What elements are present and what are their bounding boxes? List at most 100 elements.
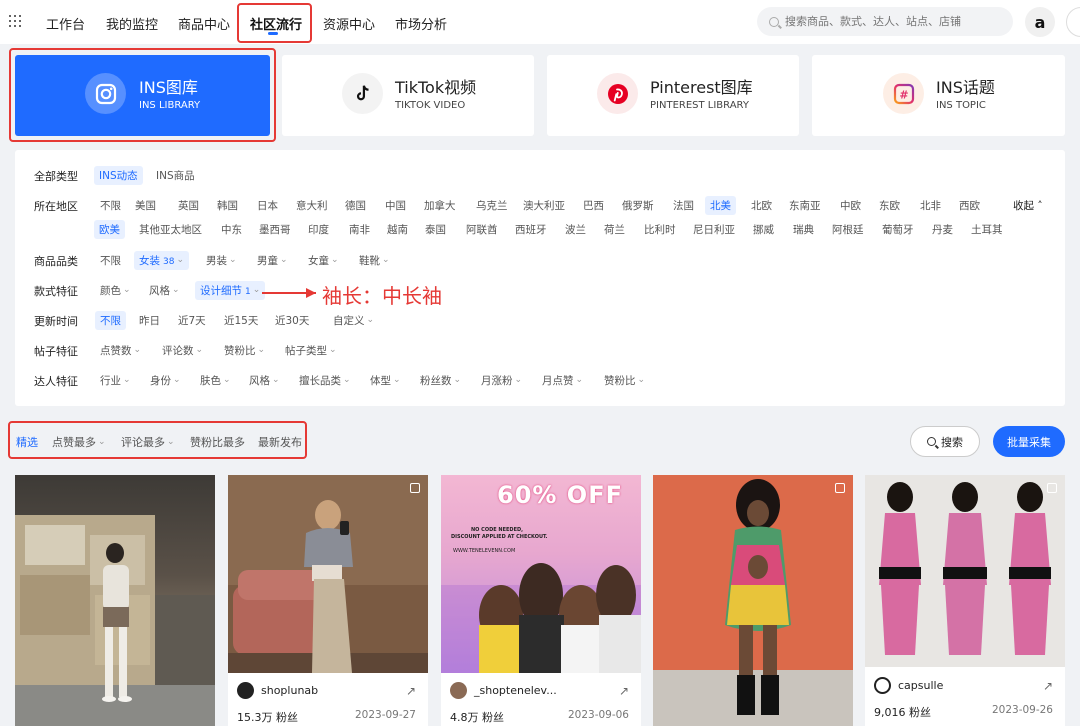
filter-chip-likes[interactable]: 点赞数 [95, 341, 146, 360]
filter-chip-region[interactable]: 阿联酋 [461, 220, 503, 239]
filter-chip-color[interactable]: 颜色 [95, 281, 136, 300]
sort-featured[interactable]: 精选 [16, 434, 38, 450]
filter-chip-like-fan-ratio[interactable]: 赞粉比 [219, 341, 270, 360]
filter-chip-girls[interactable]: 女童 [303, 251, 344, 270]
filter-chip-region[interactable]: 不限 [95, 196, 126, 215]
sort-latest[interactable]: 最新发布 [258, 434, 302, 450]
filter-chip-region[interactable]: 荷兰 [599, 220, 630, 239]
filter-chip-region[interactable]: 西班牙 [510, 220, 552, 239]
post-author[interactable]: capsulle [874, 677, 943, 694]
post-card[interactable]: 60% OFF NO CODE NEEDED, DISCOUNT APPLIED… [441, 475, 641, 726]
filter-chip-influencer[interactable]: 赞粉比 [599, 371, 650, 390]
search-button[interactable]: 搜索 [910, 426, 980, 457]
filter-chip-region[interactable]: 比利时 [639, 220, 681, 239]
post-image[interactable] [15, 475, 215, 726]
filter-chip-region[interactable]: 日本 [252, 196, 283, 215]
nav-item-my-monitor[interactable]: 我的监控 [106, 14, 158, 33]
post-image[interactable] [653, 475, 853, 726]
filter-chip-any-time[interactable]: 不限 [95, 311, 126, 330]
filter-chip-region[interactable]: 中国 [380, 196, 411, 215]
filter-chip-womenswear[interactable]: 女装 38 [134, 251, 189, 270]
filter-chip-influencer[interactable]: 月点赞 [537, 371, 588, 390]
filter-chip-influencer[interactable]: 月涨粉 [476, 371, 527, 390]
filter-chip-region[interactable]: 加拿大 [419, 196, 461, 215]
filter-chip-region[interactable]: 意大利 [291, 196, 333, 215]
filter-chip-region[interactable]: 东欧 [874, 196, 905, 215]
filter-chip-design-details[interactable]: 设计细节 1 [195, 281, 266, 300]
sort-most-likes[interactable]: 点赞最多 [52, 434, 106, 450]
filter-chip-influencer[interactable]: 擅长品类 [294, 371, 356, 390]
nav-item-market-analysis[interactable]: 市场分析 [395, 14, 447, 33]
filter-chip-ins-products[interactable]: INS商品 [151, 166, 200, 185]
filter-chip-any-category[interactable]: 不限 [95, 251, 126, 270]
filter-chip-post-type[interactable]: 帖子类型 [280, 341, 342, 360]
filter-chip-region[interactable]: 墨西哥 [254, 220, 296, 239]
filter-chip-region[interactable]: 越南 [382, 220, 413, 239]
filter-chip-region[interactable]: 美国 [130, 196, 161, 215]
post-author[interactable]: _shoptenelev... [450, 682, 557, 699]
filter-chip-influencer[interactable]: 肤色 [195, 371, 236, 390]
post-card[interactable]: capsulle ↗ 9,016 粉丝 2023-09-26 [865, 475, 1065, 726]
filter-chip-region[interactable]: 北美 [705, 196, 736, 215]
filter-chip-region[interactable]: 德国 [340, 196, 371, 215]
open-link-icon[interactable]: ↗ [619, 684, 629, 698]
filter-chip-30-days[interactable]: 近30天 [270, 311, 314, 330]
filter-chip-influencer[interactable]: 粉丝数 [415, 371, 466, 390]
post-card[interactable]: shoplunab ↗ 15.3万 粉丝 2023-09-27 [228, 475, 428, 726]
collapse-toggle[interactable]: 收起 ˄ [1008, 196, 1048, 215]
filter-chip-region[interactable]: 挪威 [748, 220, 779, 239]
filter-chip-region[interactable]: 中欧 [835, 196, 866, 215]
filter-chip-15-days[interactable]: 近15天 [219, 311, 263, 330]
filter-chip-influencer[interactable]: 风格 [244, 371, 285, 390]
filter-chip-region[interactable]: 印度 [303, 220, 334, 239]
filter-chip-region[interactable]: 西欧 [954, 196, 985, 215]
filter-chip-region[interactable]: 南非 [344, 220, 375, 239]
post-author[interactable]: shoplunab [237, 682, 318, 699]
filter-chip-region[interactable]: 欧美 [94, 220, 125, 239]
tab-ins-topic[interactable]: # INS话题 INS TOPIC [812, 55, 1065, 136]
filter-chip-region[interactable]: 土耳其 [966, 220, 1008, 239]
tab-ins-library[interactable]: INS图库 INS LIBRARY [15, 55, 270, 136]
batch-collect-button[interactable]: 批量采集 [993, 426, 1065, 457]
nav-item-resource-center[interactable]: 资源中心 [323, 14, 375, 33]
apps-grid-icon[interactable] [9, 15, 21, 27]
filter-chip-region[interactable]: 中东 [216, 220, 247, 239]
tab-tiktok-video[interactable]: TikTok视频 TIKTOK VIDEO [282, 55, 534, 136]
nav-item-community-trends[interactable]: 社区流行 [250, 14, 302, 33]
filter-chip-region[interactable]: 波兰 [560, 220, 591, 239]
filter-chip-menswear[interactable]: 男装 [201, 251, 242, 270]
post-image[interactable] [865, 475, 1065, 667]
filter-chip-region[interactable]: 巴西 [578, 196, 609, 215]
filter-chip-yesterday[interactable]: 昨日 [134, 311, 165, 330]
filter-chip-region[interactable]: 阿根廷 [827, 220, 869, 239]
post-image[interactable]: 60% OFF NO CODE NEEDED, DISCOUNT APPLIED… [441, 475, 641, 673]
filter-chip-region[interactable]: 东南亚 [784, 196, 826, 215]
filter-chip-ins-posts[interactable]: INS动态 [94, 166, 143, 185]
nav-item-product-center[interactable]: 商品中心 [178, 14, 230, 33]
open-link-icon[interactable]: ↗ [1043, 679, 1053, 693]
tab-pinterest-library[interactable]: Pinterest图库 PINTEREST LIBRARY [547, 55, 799, 136]
filter-chip-region[interactable]: 乌克兰 [471, 196, 513, 215]
filter-chip-influencer[interactable]: 行业 [95, 371, 136, 390]
filter-chip-shoes[interactable]: 鞋靴 [354, 251, 395, 270]
filter-chip-region[interactable]: 其他亚太地区 [134, 220, 207, 239]
global-search-input[interactable] [785, 15, 985, 28]
filter-chip-region[interactable]: 葡萄牙 [877, 220, 919, 239]
filter-chip-region[interactable]: 丹麦 [927, 220, 958, 239]
filter-chip-region[interactable]: 俄罗斯 [617, 196, 659, 215]
filter-chip-region[interactable]: 尼日利亚 [688, 220, 740, 239]
global-search[interactable] [757, 7, 1013, 36]
filter-chip-region[interactable]: 泰国 [420, 220, 451, 239]
filter-chip-comments[interactable]: 评论数 [157, 341, 208, 360]
filter-chip-boys[interactable]: 男童 [252, 251, 293, 270]
filter-chip-region[interactable]: 北非 [915, 196, 946, 215]
filter-chip-region[interactable]: 澳大利亚 [518, 196, 570, 215]
filter-chip-influencer[interactable]: 体型 [365, 371, 406, 390]
open-link-icon[interactable]: ↗ [406, 684, 416, 698]
post-card[interactable] [653, 475, 853, 726]
nav-item-workbench[interactable]: 工作台 [46, 14, 85, 33]
filter-chip-custom-range[interactable]: 自定义 [328, 311, 379, 330]
filter-chip-region[interactable]: 北欧 [746, 196, 777, 215]
filter-chip-style[interactable]: 风格 [144, 281, 185, 300]
filter-chip-7-days[interactable]: 近7天 [173, 311, 211, 330]
